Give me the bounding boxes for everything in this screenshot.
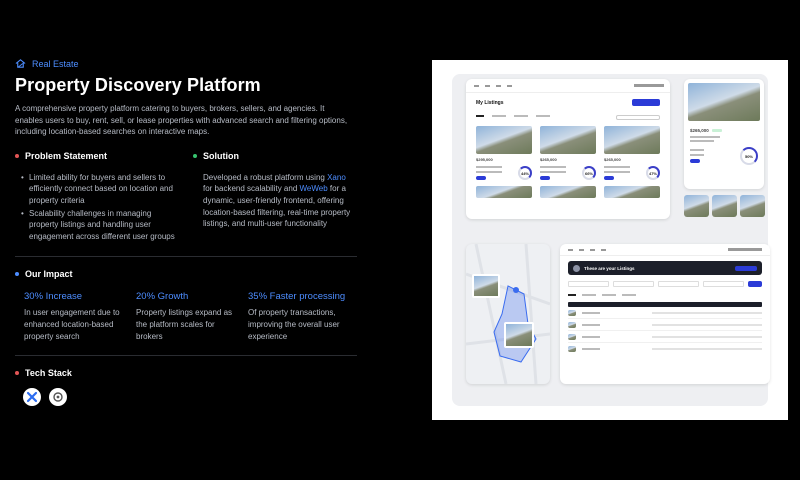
category-label: Real Estate	[32, 58, 79, 69]
problem-dot-icon	[15, 153, 19, 158]
solution-section: Solution Developed a robust platform usi…	[193, 151, 360, 244]
problem-bullet: Limited ability for buyers and sellers t…	[21, 172, 179, 207]
listings-table-screen: These are your Listings	[560, 244, 770, 384]
impact-stat: 35% Faster processing Of property transa…	[248, 291, 360, 342]
impact-stat-head: 30% Increase	[24, 291, 83, 303]
listing-card: $265,000 66%	[540, 126, 596, 180]
divider	[15, 256, 357, 258]
page-title: Property Discovery Platform	[15, 75, 261, 95]
listing-price: $265,000	[540, 157, 557, 162]
app-mockup-image: My Listings $295,000 44% $265,000 66% $2…	[432, 60, 788, 420]
my-listings-title: My Listings	[476, 99, 504, 106]
problem-section: Problem Statement Limited ability for bu…	[15, 151, 193, 244]
detail-score-gauge: 50%	[740, 147, 758, 165]
property-detail-screen: $265,000 50%	[684, 79, 764, 189]
impact-stat-head: 20% Growth	[136, 291, 189, 303]
banner-text: These are your Listings	[584, 265, 635, 271]
impact-heading: Our Impact	[25, 269, 73, 280]
impact-section-header: Our Impact	[15, 269, 360, 279]
problem-bullet: Scalability challenges in managing prope…	[21, 208, 179, 243]
listing-card: $265,000 47%	[604, 126, 660, 180]
listing-score-gauge: 47%	[646, 166, 660, 180]
tech-dot-icon	[15, 371, 19, 376]
solution-text: Developed a robust platform using Xano f…	[203, 172, 351, 229]
impact-stat-text: In user engagement due to enhanced locat…	[24, 308, 120, 341]
listing-price: $295,000	[476, 157, 493, 162]
tech-section-header: Tech Stack	[15, 368, 360, 378]
weweb-highlight: WeWeb	[299, 184, 328, 194]
case-study-text: Real Estate Property Discovery Platform …	[15, 58, 360, 407]
listings-banner: These are your Listings	[568, 261, 762, 275]
impact-stat: 20% Growth Property listings expand as t…	[136, 291, 248, 342]
weweb-icon	[49, 388, 67, 407]
xano-icon	[23, 388, 41, 407]
xano-highlight: Xano	[327, 172, 346, 182]
solution-dot-icon	[193, 153, 197, 158]
project-description: A comprehensive property platform cateri…	[15, 104, 348, 137]
tech-heading: Tech Stack	[25, 368, 72, 379]
solution-heading: Solution	[203, 150, 239, 161]
impact-dot-icon	[15, 272, 19, 277]
listing-score-gauge: 66%	[582, 166, 596, 180]
problem-heading: Problem Statement	[25, 150, 108, 161]
category-tag: Real Estate	[15, 58, 360, 69]
impact-stat-text: Of property transactions, improving the …	[248, 308, 340, 341]
listing-price: $265,000	[604, 157, 621, 162]
tech-stack-icons	[15, 388, 360, 407]
impact-stat-text: Property listings expand as the platform…	[136, 308, 233, 341]
impact-stats: 30% Increase In user engagement due to e…	[15, 291, 360, 342]
map-search-screen	[466, 244, 550, 384]
detail-price: $265,000	[690, 128, 709, 133]
divider	[15, 355, 357, 357]
building-icon	[15, 59, 26, 68]
map-view	[466, 244, 550, 384]
add-listing-button	[632, 99, 660, 106]
listing-score-gauge: 44%	[518, 166, 532, 180]
my-listings-screen: My Listings $295,000 44% $265,000 66% $2…	[466, 79, 670, 219]
photo-thumbnails	[684, 195, 765, 217]
impact-stat: 30% Increase In user engagement due to e…	[24, 291, 136, 342]
listing-card: $295,000 44%	[476, 126, 532, 180]
impact-stat-head: 35% Faster processing	[248, 291, 346, 303]
